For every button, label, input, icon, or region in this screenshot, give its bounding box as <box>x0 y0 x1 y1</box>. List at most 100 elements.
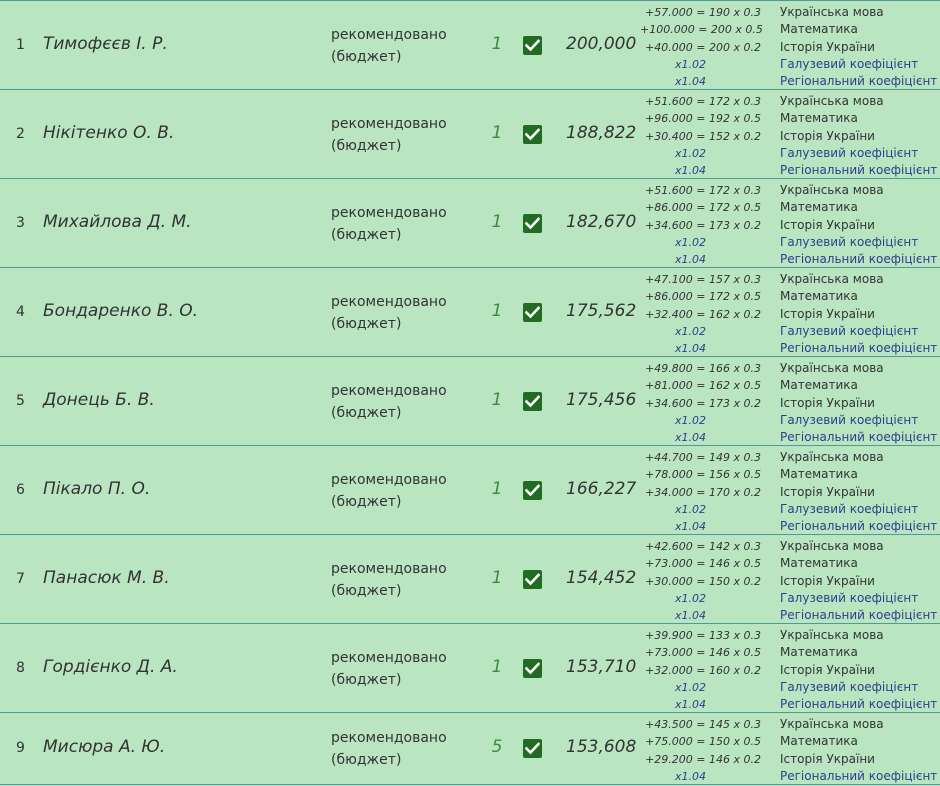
score-formula: x1.04 <box>675 609 707 623</box>
table-row: 3 Михайлова Д. М. рекомендовано (бюджет) … <box>0 179 940 268</box>
status: рекомендовано (бюджет) <box>331 558 447 602</box>
score-formula: x1.04 <box>675 164 707 178</box>
table-row: 1 Тимофєєв І. Р. рекомендовано (бюджет) 1… <box>0 1 940 90</box>
subject-name: Українська мова <box>780 450 884 464</box>
priority: 1 <box>491 300 503 321</box>
score-formula: +39.900 = 133 x 0.3 <box>645 629 761 642</box>
applicant-name[interactable]: Пікало П. О. <box>43 479 150 499</box>
status-line: рекомендовано <box>331 115 447 132</box>
score-formulas: +57.000 = 190 x 0.3 +100.000 = 200 x 0.5 +… <box>640 4 763 90</box>
score-formula: +78.000 = 156 x 0.5 <box>645 468 761 482</box>
row-number: 4 <box>16 303 25 320</box>
status: рекомендовано (бюджет) <box>331 202 447 246</box>
subject-name: Українська мова <box>780 272 884 286</box>
score-formula: x1.02 <box>675 502 707 516</box>
checkbox-checked-icon <box>523 35 542 55</box>
applicant-name[interactable]: Нікітенко О. В. <box>43 123 174 143</box>
status: рекомендовано (бюджет) <box>331 469 447 513</box>
subject-name: Галузевий коефіцієнт <box>780 145 919 160</box>
score-formula: x1.02 <box>675 146 707 160</box>
subject-name: Українська мова <box>780 361 884 375</box>
subject-name: Математика <box>780 22 858 37</box>
score-formula: +44.700 = 149 x 0.3 <box>645 451 761 464</box>
score-formula: +75.000 = 150 x 0.5 <box>645 735 761 749</box>
row-number: 5 <box>16 392 25 409</box>
applicant-name[interactable]: Донець Б. В. <box>43 390 155 410</box>
score-formula: +34.600 = 173 x 0.2 <box>645 396 761 410</box>
score-formula: +34.600 = 173 x 0.2 <box>645 218 761 232</box>
subject-list: Українська мова Математика Історія України… <box>780 93 937 179</box>
row-number: 1 <box>16 36 25 53</box>
status-line: (бюджет) <box>331 752 402 768</box>
score-formula: +51.600 = 172 x 0.3 <box>645 184 761 197</box>
score-formula: +73.000 = 146 x 0.5 <box>645 557 761 571</box>
subject-name: Галузевий коефіцієнт <box>780 234 919 249</box>
score-formula: +32.000 = 160 x 0.2 <box>645 663 761 677</box>
table-row: 8 Гордієнко Д. А. рекомендовано (бюджет) … <box>0 624 940 713</box>
subject-name: Галузевий коефіцієнт <box>780 412 919 427</box>
subject-name: Регіональний коефіцієнт <box>780 252 938 267</box>
status: рекомендовано (бюджет) <box>331 647 447 691</box>
status-line: (бюджет) <box>331 671 402 688</box>
applicant-name[interactable]: Мисюра А. Ю. <box>43 737 165 757</box>
subject-list: Українська мова Математика Історія України… <box>780 538 937 624</box>
table-row: 7 Панасюк М. В. рекомендовано (бюджет) 1 … <box>0 535 940 624</box>
score-formulas: +43.500 = 145 x 0.3 +75.000 = 150 x 0.5 +2… <box>640 716 761 785</box>
subject-name: Галузевий коефіцієнт <box>780 323 919 338</box>
status-line: (бюджет) <box>331 404 402 421</box>
score-formula: +51.600 = 172 x 0.3 <box>645 95 761 108</box>
total-score: 175,456 <box>566 389 637 410</box>
score-formula: x1.02 <box>675 57 707 71</box>
status: рекомендовано (бюджет) <box>331 380 447 424</box>
score-formula: x1.02 <box>675 324 707 338</box>
row-number: 7 <box>16 570 25 587</box>
priority: 1 <box>491 567 503 588</box>
score-formula: +29.200 = 146 x 0.2 <box>645 752 761 766</box>
applicant-name[interactable]: Бондаренко В. О. <box>43 301 198 321</box>
status-line: рекомендовано <box>331 730 447 746</box>
priority: 1 <box>491 211 503 232</box>
score-formula: x1.02 <box>675 591 707 605</box>
score-formulas: +42.600 = 142 x 0.3 +73.000 = 146 x 0.5 +3… <box>640 538 761 624</box>
subject-name: Регіональний коефіцієнт <box>780 519 938 534</box>
table-row: 6 Пікало П. О. рекомендовано (бюджет) 1 1… <box>0 446 940 535</box>
status-line: (бюджет) <box>331 582 402 599</box>
row-number: 9 <box>16 740 25 756</box>
subject-name: Математика <box>780 200 858 215</box>
score-formula: +100.000 = 200 x 0.5 <box>640 23 763 37</box>
score-formula: x1.04 <box>675 769 707 783</box>
status-line: рекомендовано <box>331 560 447 577</box>
applicant-name[interactable]: Гордієнко Д. А. <box>43 657 178 677</box>
status: рекомендовано (бюджет) <box>331 727 447 771</box>
subject-name: Історія України <box>780 751 875 766</box>
applicant-name[interactable]: Михайлова Д. М. <box>43 212 192 232</box>
total-score: 182,670 <box>566 211 637 232</box>
subject-name: Математика <box>780 734 858 749</box>
subject-name: Історія України <box>780 39 875 54</box>
score-formula: +47.100 = 157 x 0.3 <box>645 273 761 286</box>
score-formulas: +39.900 = 133 x 0.3 +73.000 = 146 x 0.5 +3… <box>640 627 761 713</box>
subject-name: Українська мова <box>780 94 884 108</box>
subject-name: Українська мова <box>780 717 884 731</box>
score-formula: x1.04 <box>675 342 707 356</box>
score-formula: +86.000 = 172 x 0.5 <box>645 290 761 304</box>
applicant-name[interactable]: Тимофєєв І. Р. <box>43 34 168 54</box>
applicant-name[interactable]: Панасюк М. В. <box>43 568 170 588</box>
row-number: 2 <box>16 125 25 142</box>
status-line: рекомендовано <box>331 471 447 488</box>
total-score: 154,452 <box>566 567 637 588</box>
score-formula: x1.04 <box>675 75 707 89</box>
score-formula: +86.000 = 172 x 0.5 <box>645 201 761 215</box>
total-score: 153,710 <box>566 656 637 677</box>
score-formula: +43.500 = 145 x 0.3 <box>645 718 761 731</box>
priority: 5 <box>491 737 503 757</box>
total-score: 200,000 <box>566 33 637 54</box>
applicants-table: 1 Тимофєєв І. Р. рекомендовано (бюджет) 1… <box>0 0 940 786</box>
checkbox-checked-icon <box>523 569 542 589</box>
score-formula: x1.04 <box>675 431 707 445</box>
checkbox-checked-icon <box>523 302 542 322</box>
subject-name: Галузевий коефіцієнт <box>780 679 919 694</box>
priority: 1 <box>491 122 503 143</box>
status-line: (бюджет) <box>331 226 402 243</box>
subject-name: Галузевий коефіцієнт <box>780 56 919 71</box>
